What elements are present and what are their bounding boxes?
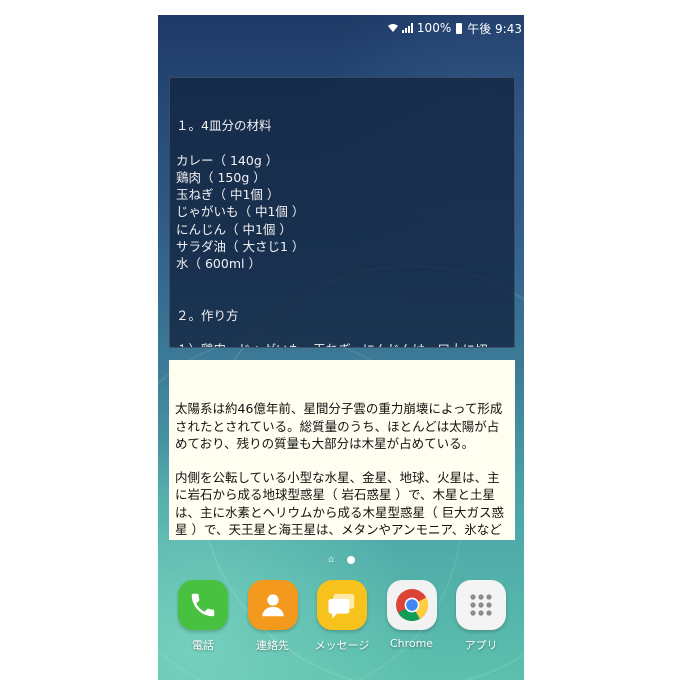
wifi-icon [387, 24, 398, 32]
message-icon[interactable] [317, 580, 367, 630]
app-messages[interactable]: メッセージ [308, 580, 376, 653]
phone-screen: 100% 午後 9:43 １。4皿分の材料 カレー（ 140g ） 鶏肉（ 15… [158, 15, 524, 680]
home-page-icon[interactable]: ⌂ [327, 556, 335, 565]
app-label: メッセージ [314, 639, 370, 652]
clock: 午後 9:43 [467, 21, 522, 36]
status-bar: 100% 午後 9:43 [158, 15, 524, 41]
app-label: 連絡先 [256, 639, 289, 652]
app-contacts[interactable]: 連絡先 [239, 580, 307, 653]
app-dock: 電話 連絡先 メッセージ Chrome アプリ [169, 580, 515, 653]
recipe-memo-text: １。4皿分の材料 カレー（ 140g ） 鶏肉（ 150g ） 玉ねぎ（ 中1個… [176, 118, 488, 347]
page-indicator: ⌂ [158, 556, 524, 565]
battery-icon [456, 22, 463, 34]
contacts-icon[interactable] [247, 580, 298, 630]
solar-system-memo-text: 太陽系は約46億年前、星間分子雲の重力崩壊によって形成されたとされている。総質量… [175, 401, 504, 540]
phone-icon[interactable] [178, 580, 228, 630]
app-label: 電話 [192, 639, 214, 652]
recipe-memo-widget[interactable]: １。4皿分の材料 カレー（ 140g ） 鶏肉（ 150g ） 玉ねぎ（ 中1個… [169, 77, 515, 348]
app-phone[interactable]: 電話 [169, 580, 237, 653]
signal-icon [401, 23, 413, 33]
apps-grid-icon[interactable] [456, 580, 506, 630]
page-dot-current[interactable] [347, 556, 355, 564]
app-chrome[interactable]: Chrome [378, 580, 446, 653]
app-label: Chrome [389, 637, 434, 650]
solar-system-memo-widget[interactable]: 太陽系は約46億年前、星間分子雲の重力崩壊によって形成されたとされている。総質量… [169, 360, 515, 540]
chrome-icon[interactable] [386, 580, 437, 630]
app-drawer[interactable]: アプリ [447, 580, 515, 653]
app-label: アプリ [464, 639, 498, 652]
battery-percent: 100% [416, 21, 452, 35]
